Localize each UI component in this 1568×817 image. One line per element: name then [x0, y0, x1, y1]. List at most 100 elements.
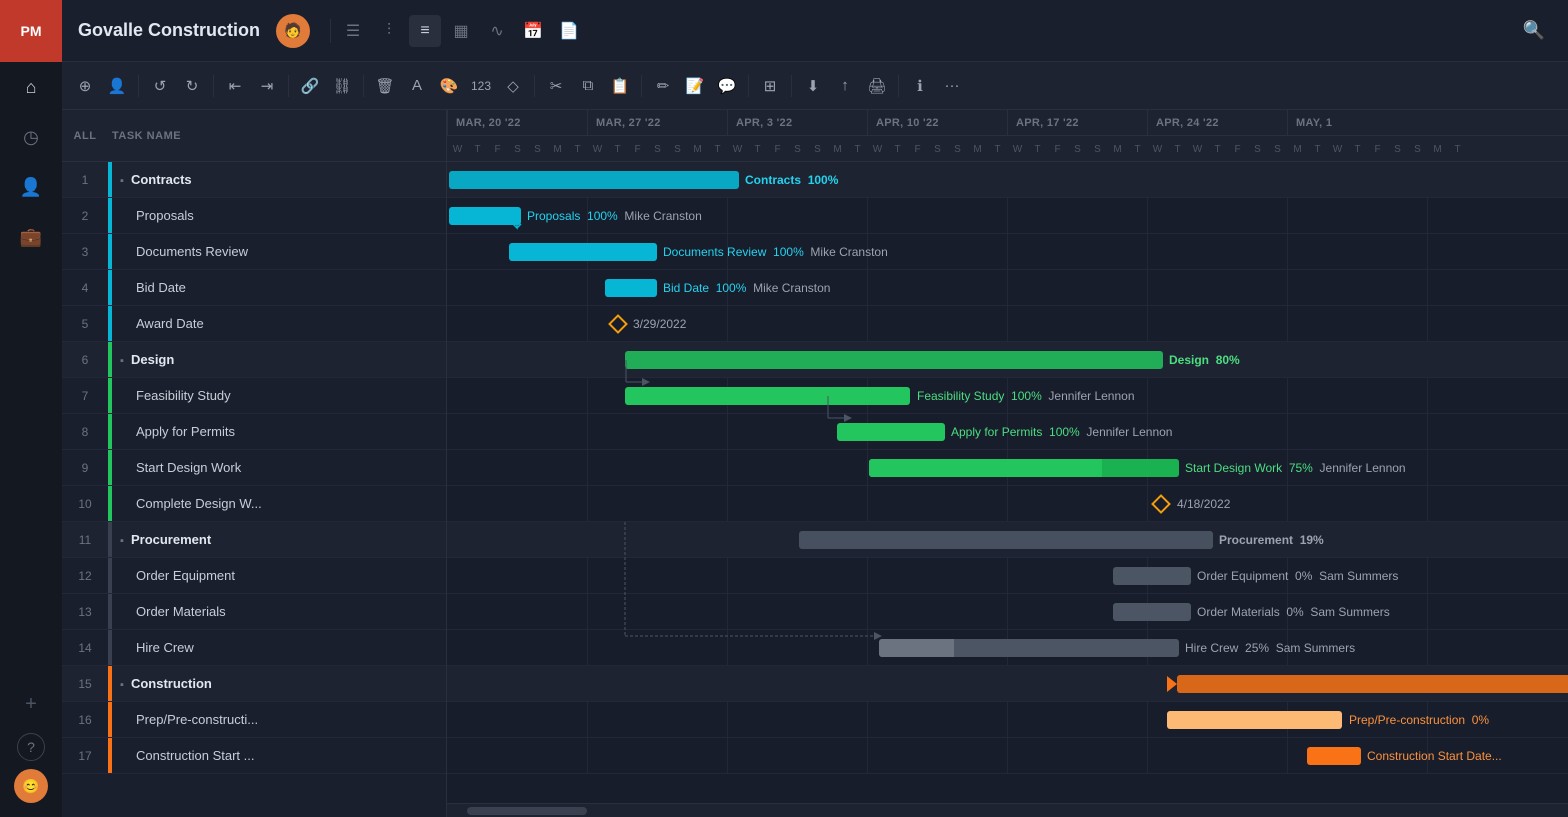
gantt-row: Construction Start Date... [447, 738, 1568, 774]
gantt-scrollbar[interactable] [447, 803, 1568, 817]
gantt-bar-order-equip[interactable] [1113, 567, 1191, 585]
format-button[interactable]: A [402, 71, 432, 101]
more-button[interactable]: ··· [937, 71, 967, 101]
share-button[interactable]: ↑ [830, 71, 860, 101]
date-label: APR, 10 '22 [867, 110, 1007, 135]
add-person-button[interactable]: 👤 [102, 71, 132, 101]
view-tab-wave[interactable]: ∿ [481, 15, 513, 47]
gantt-body[interactable]: Contracts 100% Proposals 100% Mike Crans… [447, 162, 1568, 803]
app-logo[interactable]: PM [0, 0, 62, 62]
gantt-bar-const-start[interactable] [1307, 747, 1361, 765]
day-label: S [507, 136, 527, 162]
gantt-bar-design-work[interactable] [869, 459, 1179, 477]
group-toggle[interactable]: ▪ [120, 679, 127, 691]
view-tab-gantt[interactable]: ≡ [409, 15, 441, 47]
date-label: APR, 24 '22 [1147, 110, 1287, 135]
gantt-bar-label: Start Design Work 75% Jennifer Lennon [1185, 461, 1406, 475]
task-row[interactable]: 3 Documents Review [62, 234, 446, 270]
task-name: ▪ Procurement [112, 532, 446, 547]
view-tab-chart[interactable]: ⫶ [373, 15, 405, 47]
construction-arrow [1167, 676, 1177, 692]
notes-button[interactable]: 📝 [680, 71, 710, 101]
view-tab-list[interactable]: ☰ [337, 15, 369, 47]
task-row[interactable]: 10 Complete Design W... [62, 486, 446, 522]
task-row[interactable]: 11 ▪ Procurement [62, 522, 446, 558]
task-row[interactable]: 5 Award Date [62, 306, 446, 342]
group-toggle[interactable]: ▪ [120, 175, 127, 187]
cut-button[interactable]: ✂ [541, 71, 571, 101]
sidebar-item-history[interactable]: ◷ [10, 116, 52, 158]
day-label: M [1427, 136, 1447, 162]
indent-button[interactable]: ⇥ [252, 71, 282, 101]
gantt-bar-bid[interactable] [605, 279, 657, 297]
task-name: Proposals [112, 208, 446, 223]
day-label: M [967, 136, 987, 162]
gantt-bar-permits[interactable] [837, 423, 945, 441]
add-task-button[interactable]: ⊕ [70, 71, 100, 101]
day-label: T [987, 136, 1007, 162]
task-row[interactable]: 4 Bid Date [62, 270, 446, 306]
view-tab-doc[interactable]: 📄 [553, 15, 585, 47]
comment-button[interactable]: 💬 [712, 71, 742, 101]
task-row[interactable]: 16 Prep/Pre-constructi... [62, 702, 446, 738]
gantt-bar-contracts[interactable] [449, 171, 739, 189]
task-name: Award Date [112, 316, 446, 331]
undo-button[interactable]: ↺ [145, 71, 175, 101]
task-row[interactable]: 15 ▪ Construction [62, 666, 446, 702]
gantt-row: Bid Date 100% Mike Cranston [447, 270, 1568, 306]
number-button[interactable]: 123 [466, 71, 496, 101]
task-row[interactable]: 7 Feasibility Study [62, 378, 446, 414]
unlink-button[interactable]: ⛓ [327, 71, 357, 101]
pen-button[interactable]: ✏ [648, 71, 678, 101]
task-row[interactable]: 1 ▪ Contracts [62, 162, 446, 198]
view-tab-grid[interactable]: ▦ [445, 15, 477, 47]
day-label: T [1167, 136, 1187, 162]
redo-button[interactable]: ↻ [177, 71, 207, 101]
paint-button[interactable]: 🎨 [434, 71, 464, 101]
day-label: F [487, 136, 507, 162]
gantt-bar-construction[interactable] [1177, 675, 1568, 693]
outdent-button[interactable]: ⇤ [220, 71, 250, 101]
sidebar-item-home[interactable]: ⌂ [10, 66, 52, 108]
copy-button[interactable]: ⧉ [573, 71, 603, 101]
print-button[interactable]: 🖨 [862, 71, 892, 101]
group-toggle[interactable]: ▪ [120, 355, 127, 367]
sidebar-item-people[interactable]: 👤 [10, 166, 52, 208]
task-row[interactable]: 12 Order Equipment [62, 558, 446, 594]
all-label[interactable]: ALL [62, 130, 108, 142]
user-avatar[interactable]: 😊 [14, 769, 48, 803]
sidebar-item-add[interactable]: + [10, 683, 52, 725]
scrollbar-thumb[interactable] [467, 807, 587, 815]
group-toggle[interactable]: ▪ [120, 535, 127, 547]
task-row[interactable]: 9 Start Design Work [62, 450, 446, 486]
gantt-bar-order-mat[interactable] [1113, 603, 1191, 621]
task-row[interactable]: 2 Proposals [62, 198, 446, 234]
tb-sep-9 [898, 75, 899, 97]
task-row[interactable]: 13 Order Materials [62, 594, 446, 630]
tag-button[interactable]: ◇ [498, 71, 528, 101]
gantt-bar-design[interactable] [625, 351, 1163, 369]
gantt-bar-procurement[interactable] [799, 531, 1213, 549]
info-button[interactable]: ℹ [905, 71, 935, 101]
tb-sep-3 [288, 75, 289, 97]
day-label: M [687, 136, 707, 162]
task-num: 15 [62, 677, 108, 691]
task-row[interactable]: 14 Hire Crew [62, 630, 446, 666]
view-tab-calendar[interactable]: 📅 [517, 15, 549, 47]
search-icon[interactable]: 🔍 [1518, 15, 1550, 47]
gantt-bar-hire-crew[interactable] [879, 639, 1179, 657]
gantt-bar-documents[interactable] [509, 243, 657, 261]
paste-button[interactable]: 📋 [605, 71, 635, 101]
gantt-bar-prep[interactable] [1167, 711, 1342, 729]
download-button[interactable]: ⬇ [798, 71, 828, 101]
sidebar-item-help[interactable]: ? [17, 733, 45, 761]
link-button[interactable]: 🔗 [295, 71, 325, 101]
columns-button[interactable]: ⊞ [755, 71, 785, 101]
task-row[interactable]: 6 ▪ Design [62, 342, 446, 378]
sidebar-item-work[interactable]: 💼 [10, 216, 52, 258]
task-row[interactable]: 17 Construction Start ... [62, 738, 446, 774]
task-row[interactable]: 8 Apply for Permits [62, 414, 446, 450]
delete-button[interactable]: 🗑 [370, 71, 400, 101]
task-panel: ALL TASK NAME 1 ▪ Contracts 2 Proposa [62, 110, 447, 817]
gantt-bar-feasibility[interactable] [625, 387, 910, 405]
